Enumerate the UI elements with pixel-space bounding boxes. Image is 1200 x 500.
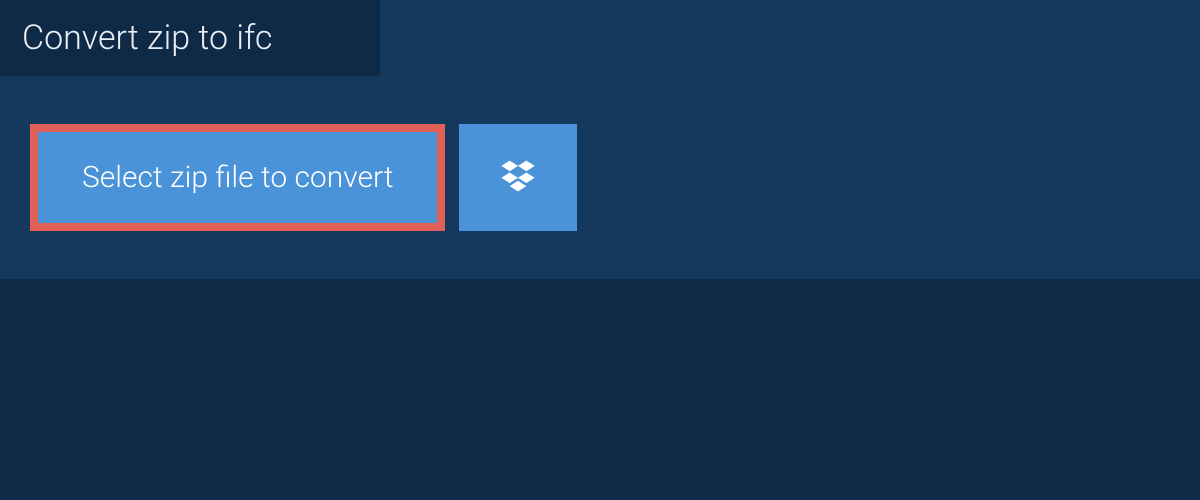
converter-panel: Convert zip to ifc Select zip file to co… [0, 0, 1200, 279]
dropbox-button[interactable] [459, 124, 577, 231]
action-row: Select zip file to convert [0, 76, 1200, 279]
select-file-label: Select zip file to convert [82, 160, 393, 195]
tab-title: Convert zip to ifc [22, 18, 272, 58]
tab-convert[interactable]: Convert zip to ifc [0, 0, 380, 76]
dropbox-icon [499, 157, 537, 199]
tab-row: Convert zip to ifc [0, 0, 1200, 76]
select-file-button[interactable]: Select zip file to convert [30, 124, 445, 231]
